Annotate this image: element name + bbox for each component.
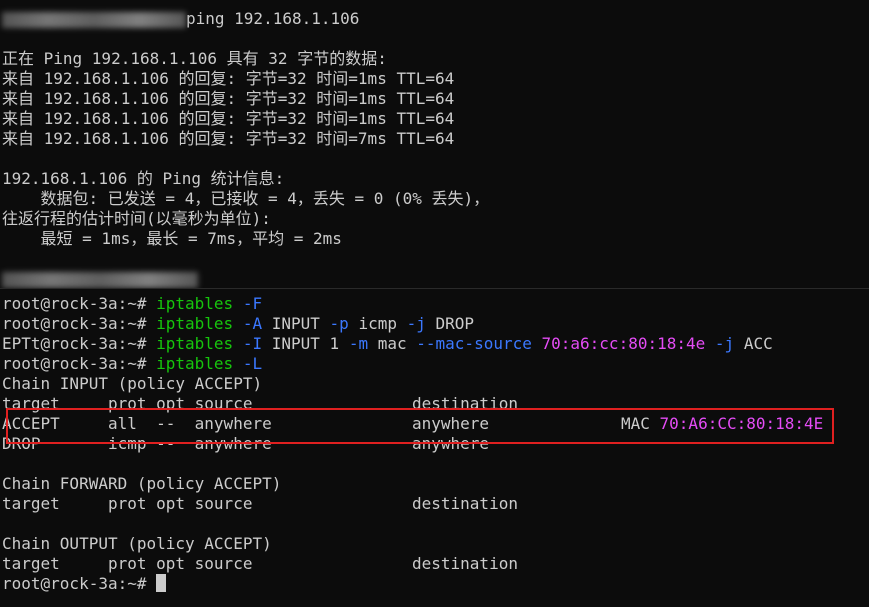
command-flag: -m bbox=[348, 334, 369, 353]
highlight-annotation bbox=[6, 408, 834, 444]
ping-reply: 来自 192.168.1.106 的回复: 字节=32 时间=7ms TTL=6… bbox=[2, 129, 455, 148]
command-name: iptables bbox=[156, 354, 234, 373]
shell-prompt: EPTt@rock-3a:~# bbox=[2, 334, 157, 353]
command-arg: ACC bbox=[743, 334, 773, 353]
command-flag: -L bbox=[242, 354, 263, 373]
shell-prompt: root@rock-3a:~# bbox=[2, 294, 157, 313]
command-flag: -j bbox=[714, 334, 735, 353]
ping-reply: 来自 192.168.1.106 的回复: 字节=32 时间=1ms TTL=6… bbox=[2, 69, 455, 88]
ping-header: 正在 Ping 192.168.1.106 具有 32 字节的数据: bbox=[2, 49, 387, 68]
shell-prompt-current[interactable]: root@rock-3a:~# bbox=[2, 574, 167, 594]
chain-forward-header-destination: destination bbox=[412, 494, 518, 513]
shell-prompt: root@rock-3a:~# bbox=[2, 354, 157, 373]
chain-output-header: target prot opt source bbox=[2, 554, 253, 573]
ping-rtt-title: 往返行程的估计时间(以毫秒为单位): bbox=[2, 209, 271, 228]
ssh-terminal: root@rock-3a:~# iptables -F root@rock-3a… bbox=[0, 288, 869, 607]
shell-line-drop-icmp: root@rock-3a:~# iptables -A INPUT -p icm… bbox=[2, 314, 474, 334]
command-arg: DROP bbox=[435, 314, 475, 333]
ping-stats-title: 192.168.1.106 的 Ping 统计信息: bbox=[2, 169, 285, 188]
ping-reply: 来自 192.168.1.106 的回复: 字节=32 时间=1ms TTL=6… bbox=[2, 109, 455, 128]
ping-reply: 来自 192.168.1.106 的回复: 字节=32 时间=1ms TTL=6… bbox=[2, 89, 455, 108]
command-arg: INPUT 1 bbox=[271, 334, 340, 353]
command-flag: -A bbox=[242, 314, 263, 333]
shell-line-accept-mac: EPTt@rock-3a:~# iptables -I INPUT 1 -m m… bbox=[2, 334, 773, 354]
shell-line-flush: root@rock-3a:~# iptables -F bbox=[2, 294, 262, 314]
command-arg: icmp bbox=[358, 314, 397, 333]
shell-prompt: root@rock-3a:~# bbox=[2, 314, 157, 333]
redacted-path bbox=[2, 11, 186, 28]
chain-input-title: Chain INPUT (policy ACCEPT) bbox=[2, 374, 263, 393]
command-flag: -p bbox=[329, 314, 349, 333]
cmd-prompt-line: ping 192.168.1.106 bbox=[2, 9, 359, 29]
shell-prompt: root@rock-3a:~# bbox=[2, 574, 157, 593]
command-arg: mac bbox=[377, 334, 407, 353]
shell-line-list: root@rock-3a:~# iptables -L bbox=[2, 354, 262, 374]
ping-rtt-values: 最短 = 1ms，最长 = 7ms，平均 = 2ms bbox=[2, 229, 342, 248]
cmd-prompt-redacted bbox=[2, 269, 198, 288]
command-name: iptables bbox=[156, 314, 234, 333]
command-flag: -I bbox=[242, 334, 263, 353]
command-name: iptables bbox=[156, 334, 234, 353]
command-flag: --mac-source bbox=[416, 334, 532, 353]
command-arg: INPUT bbox=[271, 314, 320, 333]
mac-address: 70:a6:cc:80:18:4e bbox=[541, 334, 706, 353]
chain-output-title: Chain OUTPUT (policy ACCEPT) bbox=[2, 534, 272, 553]
redacted-path bbox=[2, 271, 198, 288]
command-flag: -j bbox=[406, 314, 426, 333]
cmd-input: ping 192.168.1.106 bbox=[186, 9, 360, 28]
command-flag: -F bbox=[242, 294, 263, 313]
text-cursor[interactable] bbox=[156, 574, 167, 592]
chain-forward-header: target prot opt source bbox=[2, 494, 253, 513]
ping-stats-packets: 数据包: 已发送 = 4，已接收 = 4，丢失 = 0 (0% 丢失)， bbox=[2, 189, 490, 208]
chain-forward-title: Chain FORWARD (policy ACCEPT) bbox=[2, 474, 282, 493]
command-name: iptables bbox=[156, 294, 234, 313]
chain-output-header-destination: destination bbox=[412, 554, 518, 573]
cmd-window: ping 192.168.1.106 正在 Ping 192.168.1.106… bbox=[0, 0, 869, 288]
